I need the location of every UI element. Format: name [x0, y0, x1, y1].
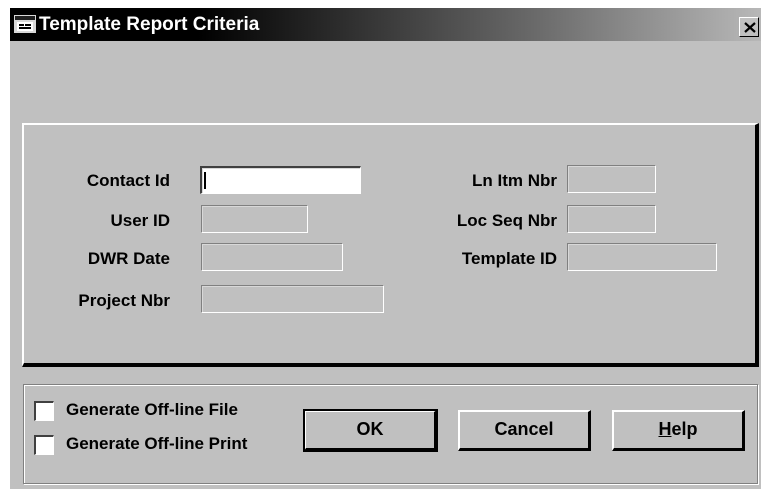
- template-id-input[interactable]: [567, 243, 717, 271]
- dwr-date-label: DWR Date: [87, 249, 170, 268]
- project-nbr-input[interactable]: [201, 285, 384, 313]
- user-id-label: User ID: [110, 211, 170, 230]
- project-nbr-label: Project Nbr: [78, 291, 170, 310]
- help-mnemonic: H: [658, 419, 672, 439]
- app-icon: [14, 15, 36, 33]
- loc-seq-nbr-input[interactable]: [567, 205, 656, 233]
- ln-itm-nbr-input[interactable]: [567, 165, 656, 193]
- close-button[interactable]: [739, 17, 759, 37]
- generate-print-label[interactable]: Generate Off-line Print: [66, 434, 247, 454]
- ok-button[interactable]: OK: [303, 409, 438, 452]
- contact-id-input[interactable]: [200, 166, 361, 194]
- help-button[interactable]: Help: [612, 410, 745, 451]
- generate-file-checkbox[interactable]: [34, 401, 54, 421]
- user-id-input[interactable]: [201, 205, 308, 233]
- dwr-date-input[interactable]: [201, 243, 343, 271]
- generate-file-label[interactable]: Generate Off-line File: [66, 400, 238, 420]
- contact-id-label: Contact Id: [86, 171, 170, 190]
- help-label-rest: elp: [671, 419, 698, 439]
- template-id-label: Template ID: [461, 249, 557, 268]
- generate-print-checkbox[interactable]: [34, 435, 54, 455]
- text-caret: [204, 172, 206, 189]
- loc-seq-nbr-label: Loc Seq Nbr: [456, 211, 557, 230]
- title-bar[interactable]: Template Report Criteria: [10, 8, 761, 41]
- cancel-button[interactable]: Cancel: [458, 410, 591, 451]
- dialog-window: Template Report Criteria Contact Id User…: [10, 8, 761, 489]
- window-title: Template Report Criteria: [39, 14, 260, 35]
- ln-itm-nbr-label: Ln Itm Nbr: [472, 171, 557, 190]
- close-icon: [744, 22, 756, 33]
